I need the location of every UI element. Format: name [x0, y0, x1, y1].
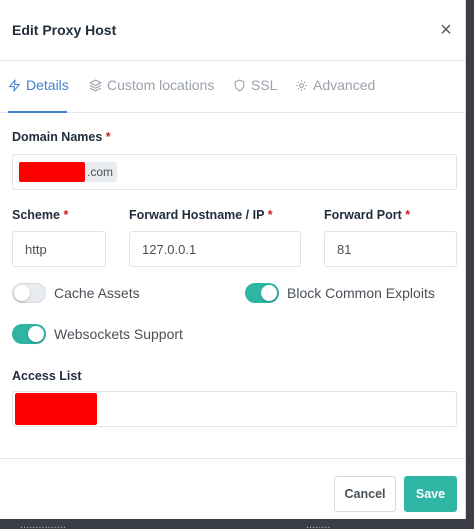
required-mark: * [267, 208, 273, 222]
domain-names-label: Domain Names * [12, 130, 111, 144]
access-list-label: Access List [12, 369, 81, 383]
domain-chip[interactable]: .com [19, 162, 118, 182]
forward-hostname-input[interactable]: 127.0.0.1 [129, 231, 301, 267]
modal-header: Edit Proxy Host × [0, 0, 465, 61]
scheme-label: Scheme * [12, 208, 68, 222]
scheme-value: http [25, 241, 47, 257]
label-text: Access List [12, 369, 82, 383]
tab-label: Advanced [313, 77, 376, 93]
background-text: ........ [306, 519, 331, 529]
modal-title: Edit Proxy Host [12, 22, 117, 38]
label-text: Scheme [12, 208, 60, 222]
label-text: Forward Hostname / IP [129, 208, 265, 222]
gear-icon [296, 80, 307, 91]
redacted-block [19, 162, 85, 182]
zap-icon [9, 79, 20, 92]
cache-assets-toggle[interactable]: Cache Assets [12, 283, 140, 303]
close-icon[interactable]: × [436, 20, 456, 40]
forward-port-input[interactable]: 81 [324, 231, 457, 267]
shield-icon [234, 79, 245, 92]
required-mark: * [105, 130, 111, 144]
tab-ssl[interactable]: SSL [233, 77, 277, 113]
label-text: Domain Names [12, 130, 103, 144]
tab-bar: Details Custom locations SSL Advanced [0, 61, 465, 113]
required-mark: * [63, 208, 69, 222]
toggle-label: Websockets Support [54, 326, 183, 342]
access-list-select[interactable] [12, 391, 457, 427]
tab-custom-locations[interactable]: Custom locations [89, 77, 214, 113]
modal-footer: Cancel Save [0, 458, 466, 519]
block-common-exploits-toggle[interactable]: Block Common Exploits [245, 283, 435, 303]
save-button[interactable]: Save [404, 476, 457, 512]
toggle-label: Cache Assets [54, 285, 140, 301]
toggle-knob [28, 326, 44, 342]
toggle-knob [14, 285, 30, 301]
tab-advanced[interactable]: Advanced [295, 77, 375, 113]
edit-proxy-host-modal: Edit Proxy Host × Details Custom locatio… [0, 0, 466, 519]
background-text: ............... [20, 519, 66, 529]
domain-chip-suffix: .com [87, 165, 114, 179]
tab-details[interactable]: Details [8, 77, 69, 113]
websockets-support-toggle[interactable]: Websockets Support [12, 324, 183, 344]
tab-label: SSL [251, 77, 278, 93]
forward-port-label: Forward Port * [324, 208, 410, 222]
cancel-button[interactable]: Cancel [334, 476, 396, 512]
tab-label: Custom locations [107, 77, 215, 93]
layers-icon [89, 79, 102, 92]
forward-port-value: 81 [337, 241, 352, 257]
label-text: Forward Port [324, 208, 402, 222]
redacted-block [15, 393, 97, 425]
forward-hostname-label: Forward Hostname / IP * [129, 208, 273, 222]
toggle-switch[interactable] [12, 283, 46, 303]
tab-label: Details [26, 77, 69, 93]
required-mark: * [405, 208, 411, 222]
toggle-switch[interactable] [12, 324, 46, 344]
forward-hostname-value: 127.0.0.1 [142, 241, 197, 257]
scheme-input[interactable]: http [12, 231, 106, 267]
toggle-label: Block Common Exploits [287, 285, 435, 301]
domain-names-input[interactable]: .com [12, 154, 457, 190]
toggle-knob [261, 285, 277, 301]
toggle-switch[interactable] [245, 283, 279, 303]
